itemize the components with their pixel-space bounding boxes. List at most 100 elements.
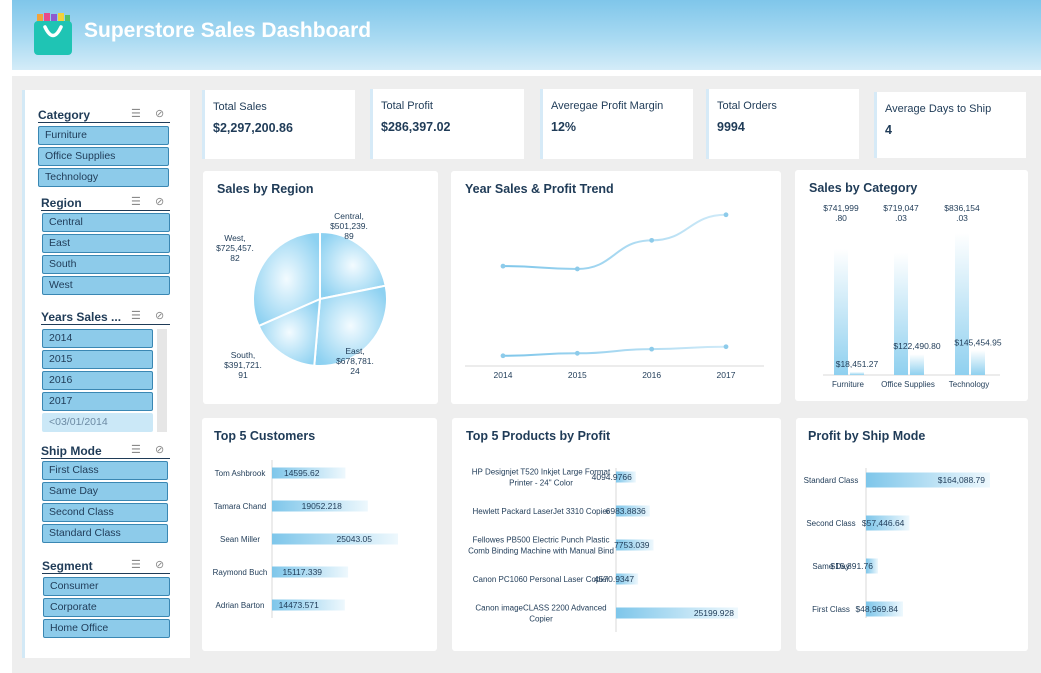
data-label: 6983.8836 — [606, 506, 646, 516]
dashboard-header: Superstore Sales Dashboard — [12, 0, 1041, 70]
slicer-item-west[interactable]: West — [42, 276, 170, 295]
data-label-sales: $719,047.03 — [883, 203, 919, 223]
trend-point — [574, 350, 580, 356]
slicer-item-2014[interactable]: 2014 — [42, 329, 153, 348]
kpi-label: Total Sales — [213, 101, 267, 113]
slicer-item-corporate[interactable]: Corporate — [43, 598, 170, 617]
multi-select-icon[interactable]: ☰ — [131, 309, 149, 322]
multi-select-icon[interactable]: ☰ — [131, 443, 149, 456]
x-tick-label: 2016 — [642, 370, 661, 380]
data-label-south: South, $391,721. 91 — [224, 350, 262, 380]
panel-top-products: Top 5 Products by Profit HP Designjet T5… — [452, 418, 781, 651]
bar-sales — [955, 233, 969, 375]
slicer-title-ship-mode: Ship Mode — [41, 444, 102, 458]
bar-profit — [850, 371, 864, 375]
data-label: $48,969.84 — [855, 604, 898, 614]
slicer-item-east[interactable]: East — [42, 234, 170, 253]
clear-filter-icon[interactable]: ⊘ — [155, 195, 172, 208]
slicer-item-before-2014[interactable]: <03/01/2014 — [42, 413, 153, 432]
kpi-label: Averegae Profit Margin — [551, 100, 664, 112]
clear-filter-icon[interactable]: ⊘ — [155, 107, 172, 120]
slicer-scrollbar[interactable] — [157, 329, 167, 432]
slicer-item-furniture[interactable]: Furniture — [38, 126, 169, 145]
trend-line-series-1 — [502, 213, 727, 270]
data-label: 4094.9766 — [592, 472, 632, 482]
chart-top-products: HP Designjet T520 Inkjet Large Format Pri… — [468, 468, 738, 632]
slicer-item-consumer[interactable]: Consumer — [43, 577, 170, 596]
kpi-card-total-orders: Total Orders 9994 — [706, 89, 859, 159]
trend-point — [649, 346, 655, 352]
slicer-title-segment: Segment — [42, 559, 93, 573]
data-label: 19052.218 — [302, 501, 342, 511]
data-label: $57,446.64 — [862, 518, 905, 528]
y-tick-label: Fellowes PB500 Electric Punch Plastic Com… — [468, 536, 614, 556]
data-label: 25043.05 — [337, 534, 373, 544]
data-label-profit: $145,454.95 — [954, 337, 1002, 347]
chart-profit-by-ship-mode: Standard Class $164,088.79 Second Class $57… — [804, 468, 990, 618]
slicer-sidebar: Category ☰ ⊘ Furniture Office Supplies T… — [22, 90, 190, 658]
multi-select-icon[interactable]: ☰ — [131, 558, 149, 571]
trend-point — [649, 237, 655, 243]
slicer-item-central[interactable]: Central — [42, 213, 170, 232]
slicer-item-home-office[interactable]: Home Office — [43, 619, 170, 638]
slicer-item-2016[interactable]: 2016 — [42, 371, 153, 390]
kpi-value: $286,397.02 — [381, 120, 451, 134]
kpi-card-profit-margin: Averegae Profit Margin 12% — [540, 89, 693, 159]
y-tick-label: Sean Miller — [220, 535, 260, 544]
bar — [272, 533, 398, 545]
slicer-item-second-class[interactable]: Second Class — [42, 503, 168, 522]
clear-filter-icon[interactable]: ⊘ — [155, 309, 172, 322]
y-tick-label: Canon imageCLASS 2200 Advanced Copier — [475, 604, 606, 624]
slicer-divider — [41, 210, 170, 211]
panel-sales-by-region: Sales by Region Central, $501,239. 89 East,… — [203, 171, 438, 404]
data-label-profit: $18,451.27 — [836, 359, 879, 369]
y-tick-label: Raymond Buch — [213, 568, 268, 577]
data-label: 25199.928 — [694, 608, 734, 618]
trend-point — [723, 344, 729, 350]
data-label: $164,088.79 — [938, 475, 986, 485]
slicer-item-standard-class[interactable]: Standard Class — [42, 524, 168, 543]
y-tick-label: Adrian Barton — [216, 601, 265, 610]
trend-point — [500, 263, 506, 269]
slicer-item-2015[interactable]: 2015 — [42, 350, 153, 369]
slicer-item-office-supplies[interactable]: Office Supplies — [38, 147, 169, 166]
slicer-title-years: Years Sales ... — [41, 310, 122, 324]
y-tick-label: Tamara Chand — [214, 502, 266, 511]
panel-top-customers: Top 5 Customers Tom Ashbrook 14595.62 Tama… — [202, 418, 437, 651]
panel-year-trend: Year Sales & Profit Trend 2014 2015 2016 20… — [451, 171, 781, 404]
kpi-card-days-to-ship: Average Days to Ship 4 — [874, 92, 1026, 158]
x-tick-label: Office Supplies — [881, 380, 935, 389]
x-tick-label: 2014 — [494, 370, 513, 380]
slicer-divider — [41, 458, 170, 459]
data-label-profit: $122,490.80 — [893, 341, 941, 351]
multi-select-icon[interactable]: ☰ — [131, 107, 149, 120]
data-label: 14595.62 — [284, 468, 320, 478]
slicer-divider — [41, 324, 170, 325]
kpi-value: 12% — [551, 120, 577, 134]
chart-sales-by-region: Central, $501,239. 89East, $678,781. 24South… — [216, 211, 388, 380]
bar-profit — [910, 354, 924, 375]
chart-year-trend: 2014 2015 2016 2017 — [465, 212, 764, 380]
data-label: 4570.9347 — [594, 574, 634, 584]
slicer-item-2017[interactable]: 2017 — [42, 392, 153, 411]
chart-top-customers: Tom Ashbrook 14595.62 Tamara Chand 19052.21… — [213, 460, 398, 618]
slicer-item-south[interactable]: South — [42, 255, 170, 274]
kpi-value: 4 — [885, 123, 892, 137]
clear-filter-icon[interactable]: ⊘ — [155, 558, 172, 571]
y-tick-label: Tom Ashbrook — [215, 469, 267, 478]
clear-filter-icon[interactable]: ⊘ — [155, 443, 172, 456]
slicer-item-technology[interactable]: Technology — [38, 168, 169, 187]
slicer-title-category: Category — [38, 108, 91, 122]
slicer-item-first-class[interactable]: First Class — [42, 461, 168, 480]
data-label: 15117.339 — [282, 567, 322, 577]
multi-select-icon[interactable]: ☰ — [131, 195, 149, 208]
trend-point — [574, 266, 580, 272]
slicer-item-same-day[interactable]: Same Day — [42, 482, 168, 501]
data-label-sales: $836,154.03 — [944, 203, 980, 223]
bar-profit — [971, 350, 985, 375]
slicer-divider — [38, 122, 170, 123]
kpi-label: Average Days to Ship — [885, 103, 992, 115]
data-label: 14473.571 — [279, 600, 319, 610]
y-tick-label: Second Class — [806, 519, 855, 528]
kpi-label: Total Profit — [381, 100, 433, 112]
